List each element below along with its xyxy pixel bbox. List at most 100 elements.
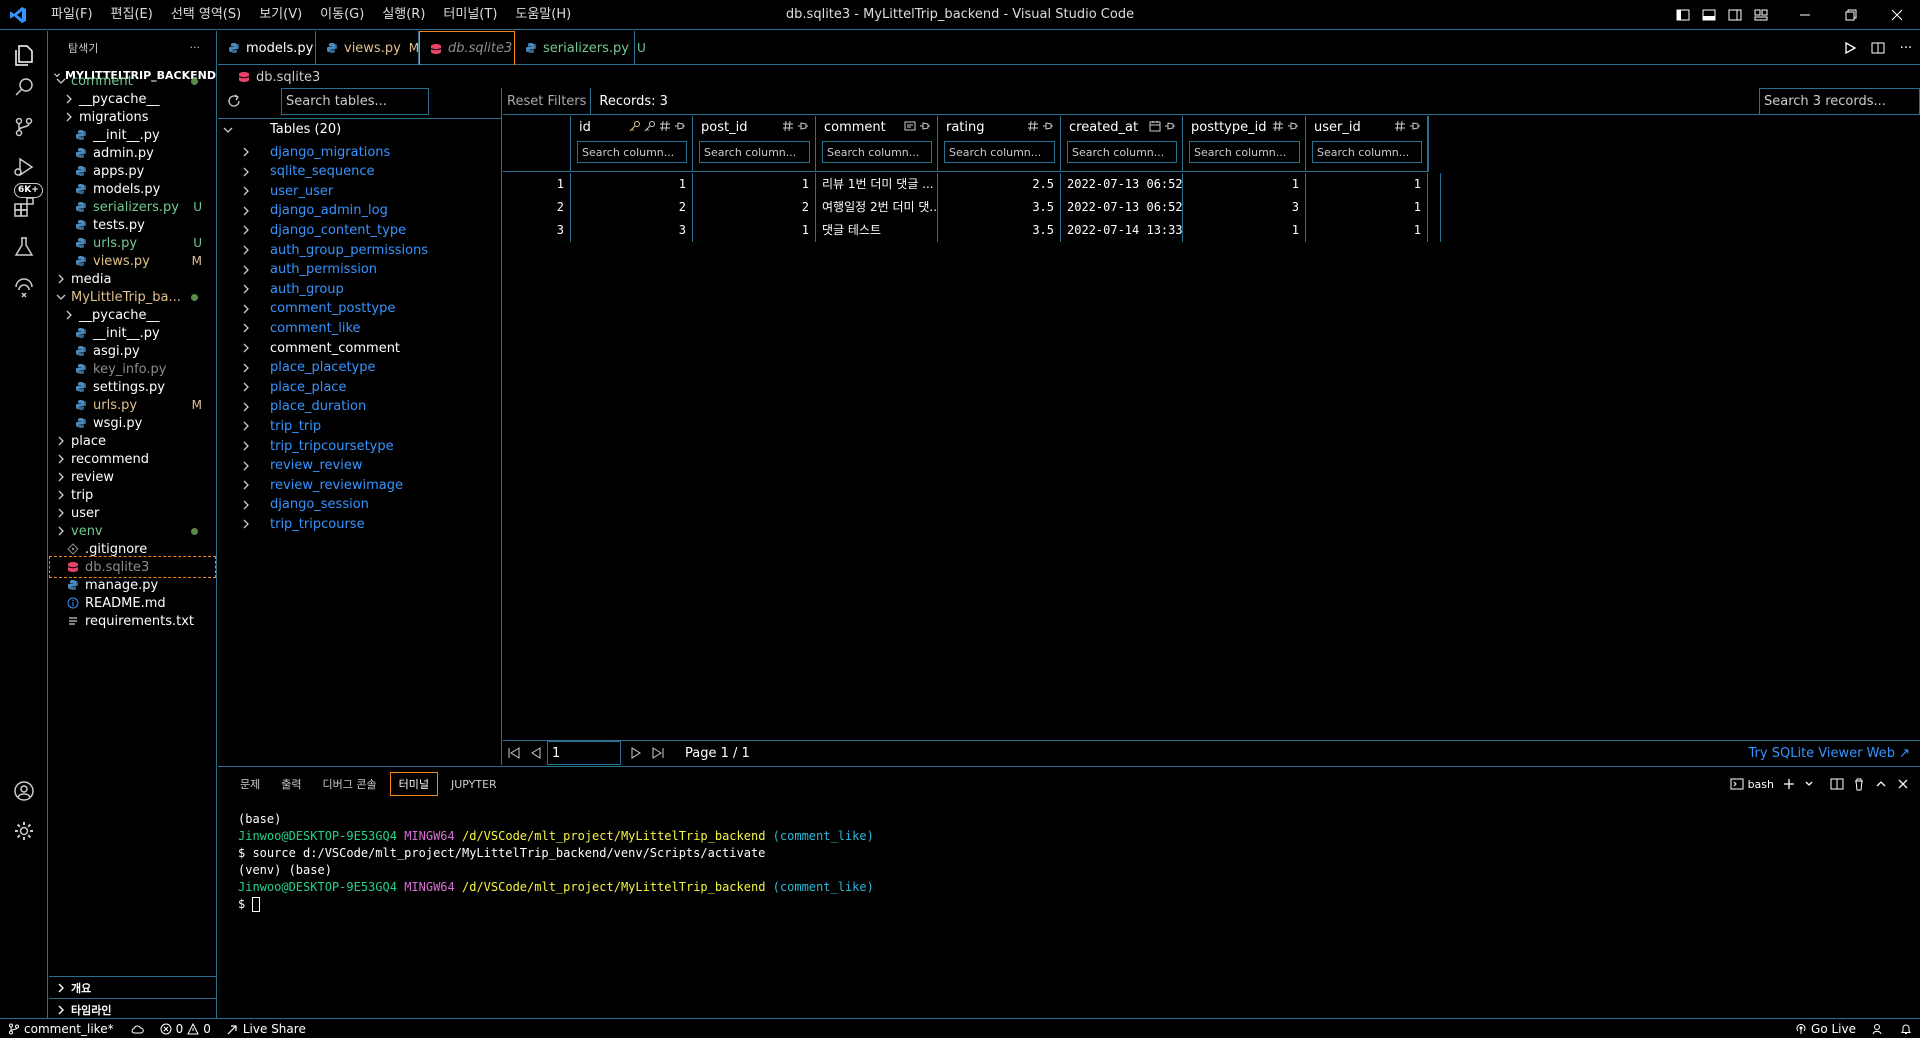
table-cell[interactable]: 3 bbox=[571, 219, 693, 242]
table-cell[interactable]: 3 bbox=[1183, 196, 1306, 219]
reset-filters-button[interactable]: Reset Filters bbox=[503, 87, 592, 115]
search-tables-input[interactable] bbox=[281, 88, 429, 115]
pin-column-icon[interactable] bbox=[674, 120, 686, 132]
table-cell[interactable]: 여행일정 2번 더미 댓... bbox=[816, 196, 938, 219]
split-terminal-icon[interactable] bbox=[1830, 777, 1844, 791]
tab-problems[interactable]: 문제 bbox=[232, 773, 268, 795]
remote-explorer-icon[interactable] bbox=[0, 263, 48, 311]
timeline-section[interactable]: 타임라인 bbox=[49, 998, 216, 1020]
tables-header[interactable]: Tables (20) bbox=[218, 118, 501, 140]
refresh-icon[interactable] bbox=[226, 93, 242, 109]
go-live-item[interactable]: Go Live bbox=[1787, 1022, 1864, 1036]
page-number-input[interactable] bbox=[547, 741, 621, 765]
table-cell[interactable]: 1 bbox=[1183, 219, 1306, 242]
pin-column-icon[interactable] bbox=[1409, 120, 1421, 132]
table-cell[interactable]: 2022-07-14 13:33:12.... bbox=[1061, 219, 1183, 242]
menu-terminal[interactable]: 터미널(T) bbox=[434, 0, 506, 30]
pin-column-icon[interactable] bbox=[1287, 120, 1299, 132]
table-cell[interactable]: 댓글 테스트 bbox=[816, 219, 938, 242]
menu-help[interactable]: 도움말(H) bbox=[506, 0, 580, 30]
editor-tab[interactable]: db.sqlite3 bbox=[419, 31, 515, 65]
column-search-input[interactable] bbox=[1312, 141, 1422, 163]
menu-go[interactable]: 이동(G) bbox=[311, 0, 373, 30]
table-cell[interactable]: 1 bbox=[1306, 219, 1428, 242]
table-cell[interactable]: 2022-07-13 06:52:27.... bbox=[1061, 196, 1183, 219]
maximize-panel-icon[interactable] bbox=[1874, 777, 1888, 791]
minimize-icon[interactable] bbox=[1782, 0, 1828, 30]
table-cell[interactable]: 3.5 bbox=[938, 196, 1061, 219]
tab-debug-console[interactable]: 디버그 콘솔 bbox=[315, 773, 385, 795]
pin-column-icon[interactable] bbox=[797, 120, 809, 132]
table-list-item[interactable]: trip_tripcourse bbox=[218, 512, 501, 536]
first-page-icon[interactable] bbox=[503, 741, 525, 765]
split-editor-icon[interactable] bbox=[1864, 31, 1892, 65]
column-search-input[interactable] bbox=[577, 141, 687, 163]
table-cell[interactable]: 1 bbox=[1306, 173, 1428, 196]
more-actions-icon[interactable]: ··· bbox=[190, 41, 201, 54]
column-search-input[interactable] bbox=[822, 141, 932, 163]
toggle-secondary-sidebar-icon[interactable] bbox=[1722, 0, 1748, 30]
toggle-primary-sidebar-icon[interactable] bbox=[1670, 0, 1696, 30]
sync-item[interactable] bbox=[122, 1023, 152, 1035]
column-search-input[interactable] bbox=[699, 141, 810, 163]
next-page-icon[interactable] bbox=[625, 741, 647, 765]
menu-selection[interactable]: 선택 영역(S) bbox=[162, 0, 250, 30]
pin-column-icon[interactable] bbox=[919, 120, 931, 132]
column-header-rating[interactable]: rating bbox=[938, 116, 1061, 172]
menu-run[interactable]: 실행(R) bbox=[373, 0, 434, 30]
last-page-icon[interactable] bbox=[647, 741, 669, 765]
chevron-down-icon[interactable] bbox=[1804, 779, 1814, 789]
table-cell[interactable]: 3.5 bbox=[938, 219, 1061, 242]
outline-section[interactable]: 개요 bbox=[49, 976, 216, 998]
terminal-output[interactable]: (base) Jinwoo@DESKTOP-9E53GQ4 MINGW64 /d/… bbox=[238, 811, 874, 913]
customize-layout-icon[interactable] bbox=[1748, 0, 1774, 30]
notifications-item[interactable] bbox=[1892, 1023, 1920, 1035]
run-icon[interactable] bbox=[1836, 31, 1864, 65]
tab-terminal[interactable]: 터미널 bbox=[389, 772, 438, 796]
table-cell[interactable]: 1 bbox=[693, 173, 816, 196]
menu-file[interactable]: 파일(F) bbox=[42, 0, 102, 30]
close-window-icon[interactable] bbox=[1874, 0, 1920, 30]
problems-item[interactable]: 0 0 bbox=[152, 1022, 219, 1036]
feedback-item[interactable] bbox=[1864, 1023, 1892, 1035]
table-cell[interactable]: 2 bbox=[693, 196, 816, 219]
column-search-input[interactable] bbox=[1189, 141, 1300, 163]
close-panel-icon[interactable] bbox=[1896, 777, 1910, 791]
menu-edit[interactable]: 편집(E) bbox=[102, 0, 162, 30]
table-cell[interactable]: 1 bbox=[571, 173, 693, 196]
trash-icon[interactable] bbox=[1852, 777, 1866, 791]
terminal-shell-selector[interactable]: bash bbox=[1730, 777, 1774, 791]
tree-item[interactable]: requirements.txt bbox=[49, 610, 216, 632]
column-header-id[interactable]: id bbox=[571, 116, 693, 172]
breadcrumb-file[interactable]: db.sqlite3 bbox=[256, 70, 320, 85]
settings-gear-icon[interactable] bbox=[0, 807, 48, 855]
new-terminal-icon[interactable] bbox=[1782, 777, 1796, 791]
table-cell[interactable]: 리뷰 1번 더미 댓글 ... bbox=[816, 173, 938, 196]
editor-tab[interactable]: serializers.py U bbox=[515, 31, 646, 65]
table-cell[interactable]: 2022-07-13 06:52:07.... bbox=[1061, 173, 1183, 196]
column-search-input[interactable] bbox=[1067, 141, 1177, 163]
prev-page-icon[interactable] bbox=[525, 741, 547, 765]
table-cell[interactable]: 1 bbox=[1183, 173, 1306, 196]
column-header-posttype-id[interactable]: posttype_id bbox=[1183, 116, 1306, 172]
tab-jupyter[interactable]: JUPYTER bbox=[443, 775, 505, 794]
table-cell[interactable]: 1 bbox=[693, 219, 816, 242]
git-branch-item[interactable]: comment_like* bbox=[0, 1022, 122, 1036]
pin-column-icon[interactable] bbox=[1042, 120, 1054, 132]
restore-icon[interactable] bbox=[1828, 0, 1874, 30]
table-cell[interactable]: 2.5 bbox=[938, 173, 1061, 196]
column-header-comment[interactable]: comment bbox=[816, 116, 938, 172]
editor-tab[interactable]: views.py M bbox=[316, 31, 419, 65]
table-cell[interactable]: 1 bbox=[1306, 196, 1428, 219]
toggle-panel-icon[interactable] bbox=[1696, 0, 1722, 30]
try-sqlite-web-link[interactable]: Try SQLite Viewer Web ↗ bbox=[1749, 746, 1910, 761]
column-header-post-id[interactable]: post_id bbox=[693, 116, 816, 172]
table-cell[interactable]: 2 bbox=[571, 196, 693, 219]
pin-column-icon[interactable] bbox=[1164, 120, 1176, 132]
column-header-created-at[interactable]: created_at bbox=[1061, 116, 1183, 172]
tab-output[interactable]: 출력 bbox=[273, 773, 309, 795]
editor-tab[interactable]: models.py bbox=[218, 31, 316, 65]
search-records-input[interactable] bbox=[1759, 88, 1920, 115]
live-share-item[interactable]: Live Share bbox=[219, 1022, 314, 1036]
menu-view[interactable]: 보기(V) bbox=[250, 0, 311, 30]
